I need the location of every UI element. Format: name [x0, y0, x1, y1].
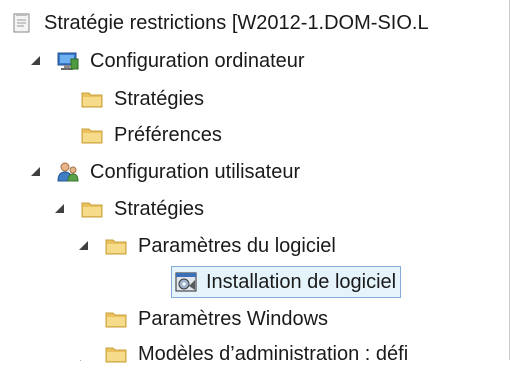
gpo-tree: Stratégie restrictions [W2012-1.DOM-SIO.…: [0, 0, 510, 365]
collapse-arrow-icon[interactable]: [78, 312, 92, 326]
folder-icon: [80, 88, 104, 110]
user-config-icon: [56, 161, 80, 183]
tree-node-user-config[interactable]: Configuration utilisateur: [30, 155, 300, 189]
tree-node-admin-templates-label: Modèles d’administration : défi: [138, 343, 409, 365]
tree-node-software-installation-label: Installation de logiciel: [206, 271, 397, 293]
tree-node-computer-preferences[interactable]: Préférences: [54, 118, 222, 152]
expand-arrow-icon[interactable]: [30, 54, 44, 68]
folder-icon: [80, 124, 104, 146]
tree-node-windows-settings-label: Paramètres Windows: [138, 308, 329, 330]
tree-node-software-settings-label: Paramètres du logiciel: [138, 235, 336, 257]
tree-node-software-settings[interactable]: Paramètres du logiciel: [78, 229, 336, 263]
tree-node-root-label: Stratégie restrictions [W2012-1.DOM-SIO.…: [44, 12, 429, 34]
folder-icon: [104, 235, 128, 257]
expand-arrow-icon[interactable]: [78, 239, 92, 253]
tree-node-admin-templates[interactable]: Modèles d’administration : défi: [78, 337, 408, 371]
collapse-arrow-icon[interactable]: [54, 128, 68, 142]
collapse-arrow-icon[interactable]: [54, 92, 68, 106]
folder-icon: [104, 308, 128, 330]
folder-icon: [80, 198, 104, 220]
software-installation-icon: [174, 271, 198, 293]
tree-node-windows-settings[interactable]: Paramètres Windows: [78, 302, 328, 336]
tree-node-computer-config[interactable]: Configuration ordinateur: [30, 44, 305, 78]
tree-node-computer-preferences-label: Préférences: [114, 124, 222, 146]
tree-node-root[interactable]: Stratégie restrictions [W2012-1.DOM-SIO.…: [10, 6, 429, 40]
expand-arrow-icon[interactable]: [30, 165, 44, 179]
policy-document-icon: [10, 12, 34, 34]
collapse-arrow-icon[interactable]: [78, 347, 92, 361]
computer-config-icon: [56, 50, 80, 72]
tree-node-software-installation[interactable]: Installation de logiciel: [170, 265, 402, 299]
tree-node-user-config-label: Configuration utilisateur: [90, 161, 301, 183]
tree-node-user-strategies-label: Stratégies: [114, 198, 205, 220]
tree-node-user-strategies[interactable]: Stratégies: [54, 192, 204, 226]
folder-icon: [104, 343, 128, 365]
tree-node-computer-strategies[interactable]: Stratégies: [54, 82, 204, 116]
expand-arrow-icon[interactable]: [54, 202, 68, 216]
tree-node-computer-config-label: Configuration ordinateur: [90, 50, 305, 72]
tree-node-computer-strategies-label: Stratégies: [114, 88, 205, 110]
selection-highlight[interactable]: Installation de logiciel: [170, 266, 402, 298]
